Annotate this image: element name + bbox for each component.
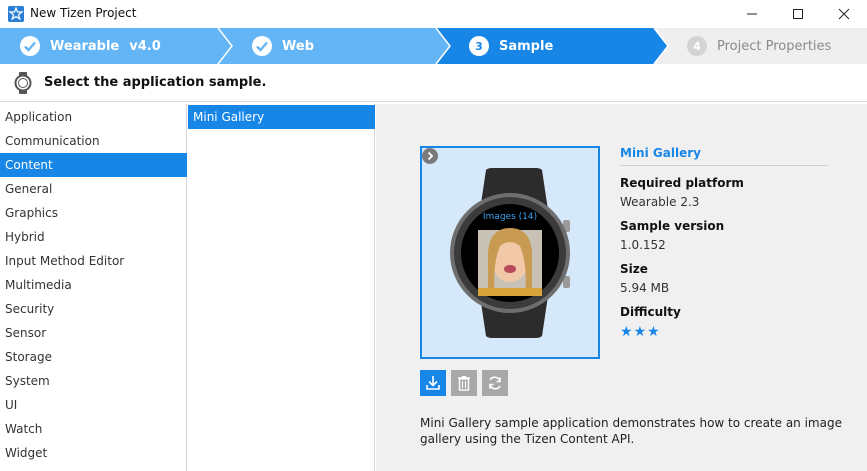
sample-detail-panel: Images (14) Mini Gallery Required platfo…	[376, 104, 867, 471]
download-icon	[426, 376, 440, 390]
sample-list: Mini Gallery	[188, 104, 375, 471]
delete-button[interactable]	[451, 370, 477, 396]
window-title: New Tizen Project	[30, 6, 137, 20]
close-button[interactable]	[821, 0, 867, 28]
watch-preview-image	[450, 168, 570, 338]
size-value: 5.94 MB	[620, 281, 670, 295]
sample-preview: Images (14)	[420, 146, 600, 359]
refresh-button[interactable]	[482, 370, 508, 396]
platform-value: Wearable 2.3	[620, 195, 700, 209]
wizard-stepper: Wearable v4.0 Web 3 Sample 4 Project Pro…	[0, 28, 867, 64]
category-item[interactable]: Multimedia	[0, 273, 187, 297]
sample-name: Mini Gallery	[620, 146, 828, 166]
step-project-properties-number: 4	[687, 36, 707, 56]
category-item[interactable]: Security	[0, 297, 187, 321]
category-item[interactable]: Application	[0, 105, 187, 129]
category-item[interactable]: Graphics	[0, 201, 187, 225]
step-web[interactable]: Web	[252, 28, 314, 64]
instruction-bar: Select the application sample.	[0, 64, 867, 102]
star-icon: ★	[633, 324, 648, 340]
step-wearable[interactable]: Wearable v4.0	[20, 28, 161, 64]
maximize-icon	[793, 9, 803, 19]
category-item-selected[interactable]: Content	[0, 153, 187, 177]
step-project-properties-label: Project Properties	[717, 38, 832, 54]
refresh-icon	[489, 376, 501, 390]
category-item[interactable]: Storage	[0, 345, 187, 369]
star-icon: ★	[647, 324, 661, 340]
star-icon: ★	[620, 324, 634, 340]
close-icon	[838, 8, 850, 20]
category-item[interactable]: UI	[0, 393, 187, 417]
next-image-icon[interactable]	[422, 148, 438, 164]
sample-info: Mini Gallery Required platform Wearable …	[620, 146, 828, 340]
category-list: Application Communication Content Genera…	[0, 104, 187, 471]
version-value: 1.0.152	[620, 238, 666, 252]
download-button[interactable]	[420, 370, 446, 396]
tizen-app-icon	[8, 6, 24, 22]
category-item[interactable]: General	[0, 177, 187, 201]
title-bar: New Tizen Project	[0, 0, 867, 28]
watch-screen-title: Images (14)	[482, 212, 538, 222]
step-sample-label: Sample	[499, 38, 554, 54]
category-item[interactable]: System	[0, 369, 187, 393]
step-web-label: Web	[282, 38, 314, 54]
step-sample-number: 3	[469, 36, 489, 56]
category-item[interactable]: Widget	[0, 441, 187, 465]
step-sample[interactable]: 3 Sample	[469, 28, 553, 64]
category-item[interactable]: Input Method Editor	[0, 249, 187, 273]
step-wearable-version: v4.0	[129, 38, 161, 54]
difficulty-label: Difficulty	[620, 305, 681, 319]
version-label: Sample version	[620, 219, 725, 233]
category-item[interactable]: Sensor	[0, 321, 187, 345]
minimize-icon	[747, 13, 757, 15]
category-item[interactable]: Communication	[0, 129, 187, 153]
platform-label: Required platform	[620, 176, 744, 190]
maximize-button[interactable]	[775, 0, 821, 28]
step-wearable-label: Wearable	[50, 38, 120, 54]
size-label: Size	[620, 262, 648, 276]
watch-icon	[14, 72, 32, 94]
difficulty-stars: ★★★	[620, 324, 828, 340]
sample-description: Mini Gallery sample application demonstr…	[420, 416, 842, 446]
sample-item-selected[interactable]: Mini Gallery	[188, 105, 375, 129]
check-icon	[20, 36, 40, 56]
check-icon	[252, 36, 272, 56]
category-item[interactable]: Hybrid	[0, 225, 187, 249]
trash-icon	[458, 376, 470, 391]
step-project-properties[interactable]: 4 Project Properties	[687, 28, 831, 64]
instruction-text: Select the application sample.	[44, 75, 267, 90]
category-item[interactable]: Watch	[0, 417, 187, 441]
minimize-button[interactable]	[729, 0, 775, 28]
sample-actions	[420, 370, 513, 396]
